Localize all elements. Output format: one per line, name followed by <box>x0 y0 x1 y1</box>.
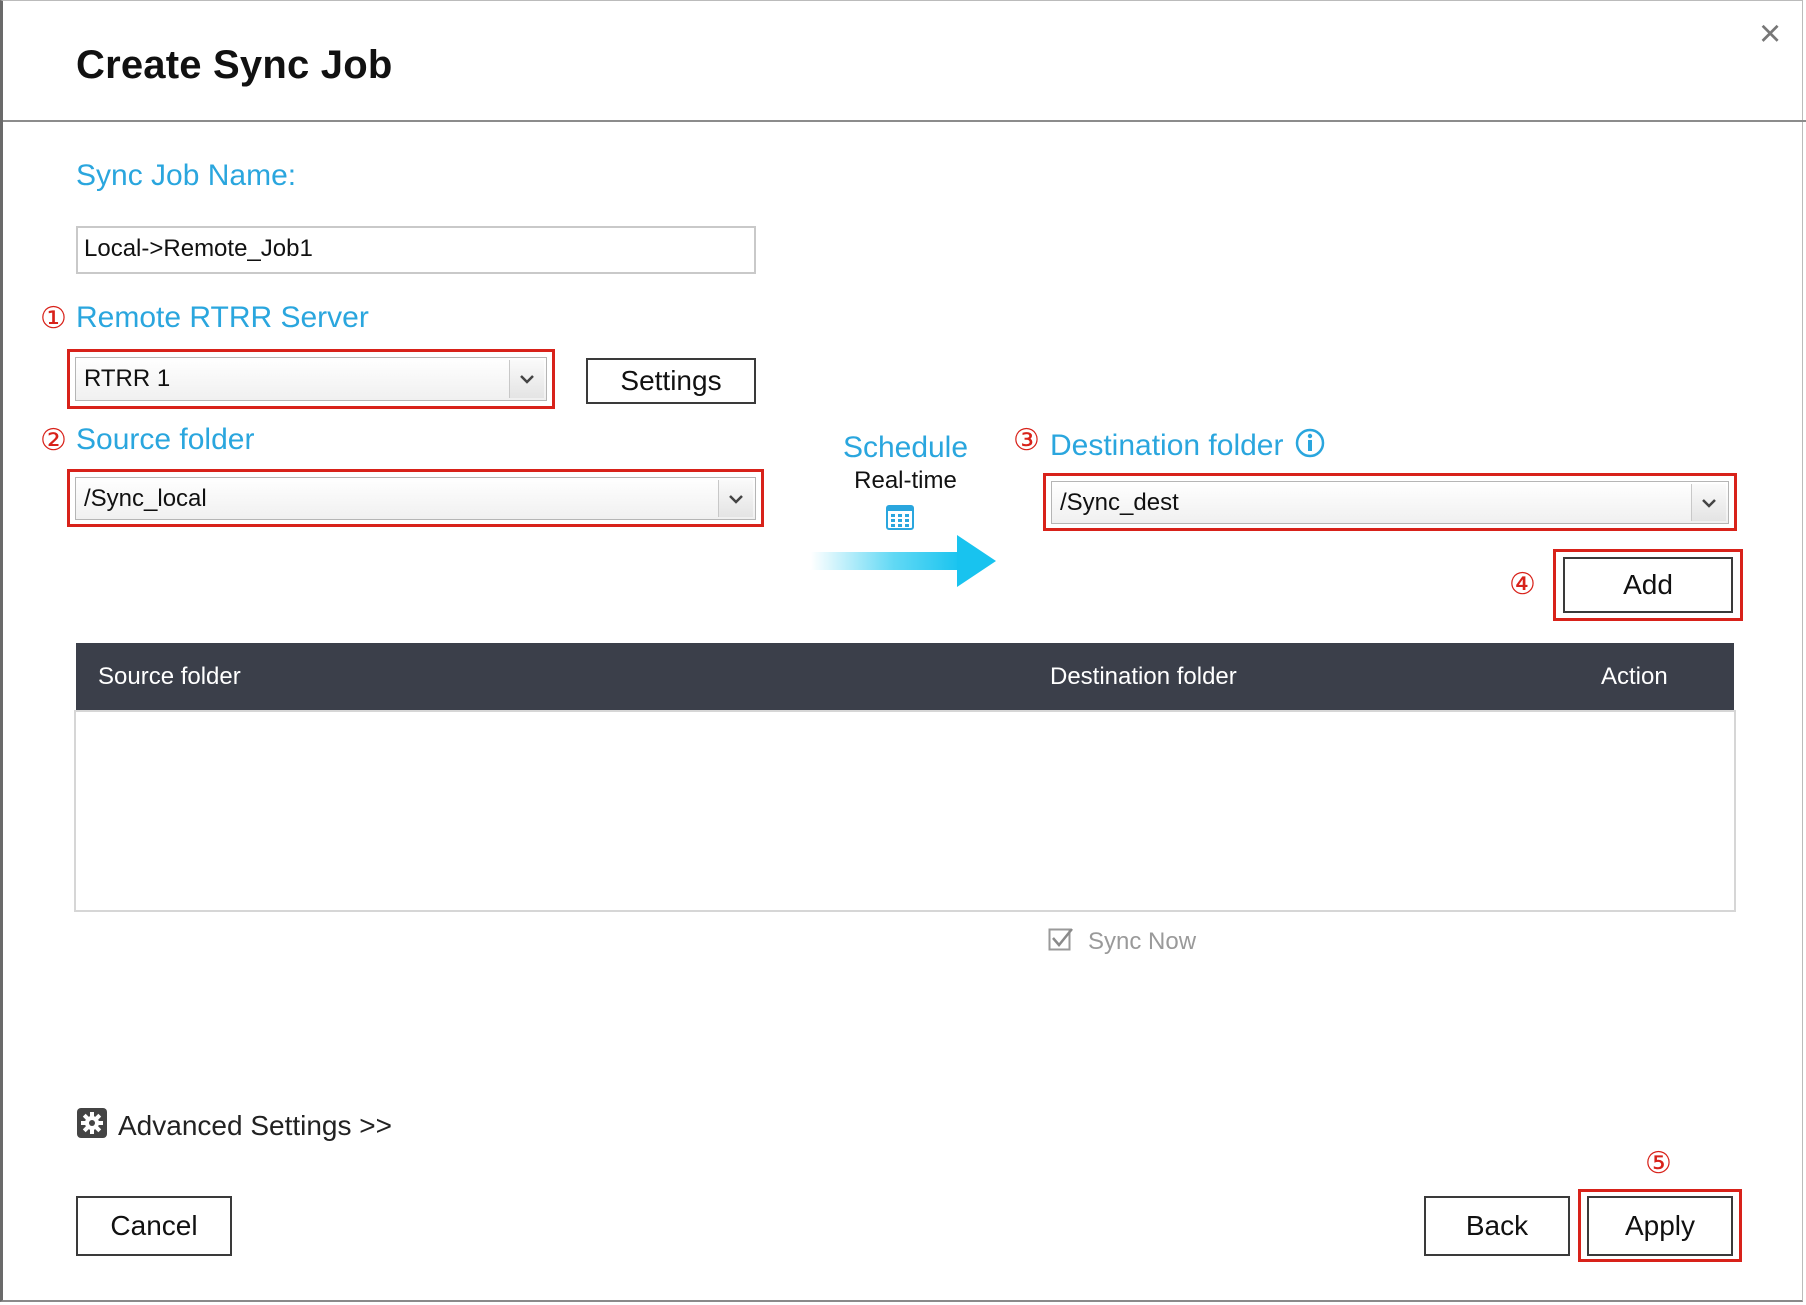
destination-folder-selected: /Sync_dest <box>1060 489 1179 516</box>
header-divider <box>3 120 1806 122</box>
remote-server-label: Remote RTRR Server <box>76 301 369 334</box>
remote-server-select[interactable]: RTRR 1 <box>75 357 547 401</box>
job-name-input[interactable]: Local->Remote_Job1 <box>76 226 756 274</box>
schedule-label: Schedule <box>842 431 969 464</box>
dialog-title: Create Sync Job <box>76 43 393 87</box>
source-folder-label: Source folder <box>76 423 255 456</box>
destination-folder-label: Destination folder <box>1050 429 1284 462</box>
sync-direction-arrow <box>811 535 996 592</box>
step-marker-5: ⑤ <box>1645 1147 1672 1180</box>
source-folder-selected: /Sync_local <box>84 485 207 512</box>
step-marker-2: ② <box>40 424 67 457</box>
back-button[interactable]: Back <box>1424 1196 1570 1256</box>
job-name-label: Sync Job Name: <box>76 159 297 192</box>
advanced-settings-link[interactable]: Advanced Settings >> <box>76 1107 392 1144</box>
advanced-settings-label: Advanced Settings >> <box>118 1109 392 1141</box>
gear-icon <box>76 1107 108 1144</box>
table-header: Source folder Destination folder Action <box>76 643 1734 710</box>
info-icon[interactable] <box>1295 428 1325 463</box>
folder-pair-table-body <box>74 710 1736 912</box>
settings-button[interactable]: Settings <box>586 358 756 404</box>
create-sync-job-dialog: Create Sync Job × Sync Job Name: Local->… <box>0 0 1806 1302</box>
step-marker-1: ① <box>40 302 67 335</box>
chevron-down-icon <box>718 480 753 517</box>
step-marker-4: ④ <box>1509 568 1536 601</box>
cancel-button[interactable]: Cancel <box>76 1196 232 1256</box>
add-button[interactable]: Add <box>1563 557 1733 613</box>
column-header-destination: Destination folder <box>1050 663 1237 690</box>
close-icon[interactable]: × <box>1759 15 1781 53</box>
chevron-down-icon <box>509 360 544 398</box>
column-header-source: Source folder <box>98 663 241 690</box>
column-header-action: Action <box>1601 663 1668 690</box>
apply-button[interactable]: Apply <box>1587 1196 1733 1256</box>
calendar-icon[interactable] <box>886 503 914 535</box>
schedule-value: Real-time <box>854 467 957 494</box>
source-folder-select[interactable]: /Sync_local <box>75 477 756 520</box>
chevron-down-icon <box>1691 484 1726 521</box>
step-marker-3: ③ <box>1013 424 1040 457</box>
destination-folder-select[interactable]: /Sync_dest <box>1051 481 1729 524</box>
sync-now-option[interactable]: Sync Now <box>1048 926 1196 957</box>
sync-now-label: Sync Now <box>1088 927 1197 955</box>
sync-now-checkbox[interactable] <box>1048 926 1074 957</box>
remote-server-selected: RTRR 1 <box>84 365 171 392</box>
